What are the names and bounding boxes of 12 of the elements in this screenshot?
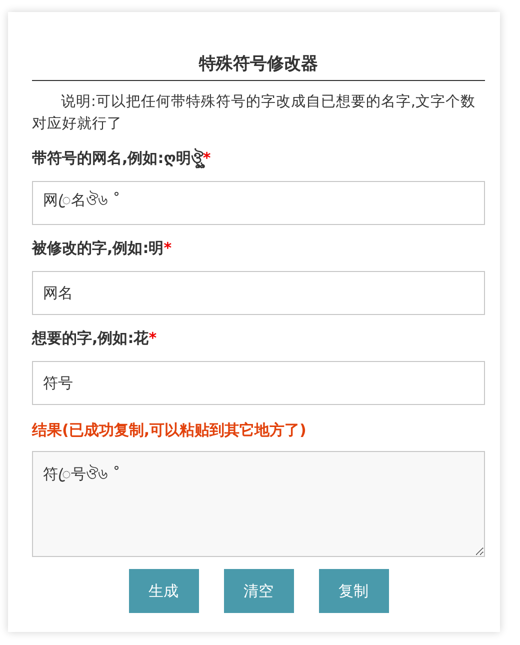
field-label: 想要的字,例如:花 [32, 329, 149, 347]
field-label: 带符号的网名,例如:ღ明ঔৣ [32, 149, 203, 167]
input-field[interactable]: 符号 [32, 361, 485, 405]
field-label: 被修改的字,例如:明 [32, 239, 164, 257]
description-text: 说明:可以把任何带特殊符号的字改成自已想要的名字,文字个数对应好就行了 [32, 92, 476, 134]
result-box[interactable]: 符ꦿ号ঔ৬ ˚ [32, 451, 485, 557]
required-mark: * [148, 329, 157, 347]
form-title: 特殊符号修改器 [32, 52, 485, 81]
result-label: 结果(已成功复制,可以粘贴到其它地方了) [32, 420, 308, 441]
input-field[interactable]: 网名 [32, 271, 485, 315]
required-mark: * [164, 239, 172, 257]
input-field[interactable]: 网ꦿ名ঔ৬ ˚ [32, 181, 485, 225]
